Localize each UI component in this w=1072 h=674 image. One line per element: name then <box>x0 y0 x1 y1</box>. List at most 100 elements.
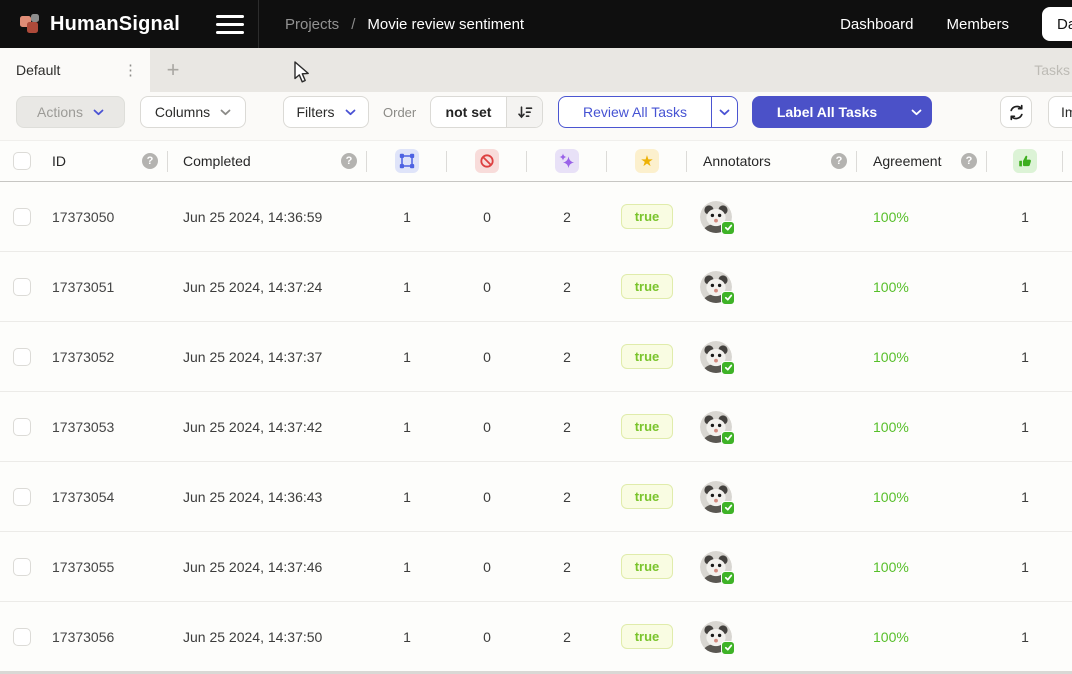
cell-cancelled-count: 0 <box>447 559 527 575</box>
tab-options-kebab-icon[interactable]: ⋮ <box>123 61 138 79</box>
thumbs-up-icon[interactable] <box>1013 149 1037 173</box>
cell-cancelled-count: 0 <box>447 419 527 435</box>
star-icon[interactable]: ★ <box>635 149 659 173</box>
cell-annotations-count: 1 <box>367 209 447 225</box>
annotations-count-icon[interactable] <box>395 149 419 173</box>
cell-reviews-count: 1 <box>987 489 1063 505</box>
columns-button[interactable]: Columns <box>140 96 246 128</box>
column-header-id[interactable]: ID ? <box>44 141 168 181</box>
id-header-label: ID <box>52 153 66 169</box>
agreement-help-icon[interactable]: ? <box>961 153 977 169</box>
label-all-dropdown-toggle[interactable] <box>901 109 931 116</box>
row-checkbox[interactable] <box>13 628 31 646</box>
cell-task-id: 17373052 <box>44 349 168 365</box>
hamburger-menu-icon[interactable] <box>212 11 248 38</box>
top-nav: Dashboard Members Da <box>840 7 1072 41</box>
nav-dashboard[interactable]: Dashboard <box>840 16 913 33</box>
annotator-avatar[interactable] <box>700 551 732 583</box>
annotation-complete-check-icon <box>721 501 735 515</box>
row-checkbox-cell <box>0 558 44 576</box>
id-help-icon[interactable]: ? <box>142 153 158 169</box>
annotation-complete-check-icon <box>721 361 735 375</box>
cell-cancelled-count: 0 <box>447 489 527 505</box>
table-row[interactable]: 17373056 Jun 25 2024, 14:37:50 1 0 2 tru… <box>0 602 1072 672</box>
cell-predictions-count: 2 <box>527 209 607 225</box>
add-tab-button[interactable]: + <box>150 48 196 92</box>
order-label: Order <box>383 105 416 120</box>
row-checkbox[interactable] <box>13 208 31 226</box>
annotator-avatar[interactable] <box>700 341 732 373</box>
column-header-sentiment[interactable]: ★ <box>607 141 687 181</box>
label-all-tasks-button[interactable]: Label All Tasks <box>752 96 932 128</box>
annotation-complete-check-icon <box>721 221 735 235</box>
sort-direction-icon[interactable] <box>506 97 542 127</box>
row-checkbox[interactable] <box>13 558 31 576</box>
label-all-tasks-label: Label All Tasks <box>753 104 901 120</box>
breadcrumb-projects-link[interactable]: Projects <box>285 16 339 33</box>
cell-task-id: 17373054 <box>44 489 168 505</box>
actions-button[interactable]: Actions <box>16 96 125 128</box>
annotator-avatar[interactable] <box>700 271 732 303</box>
brand-logo[interactable]: HumanSignal <box>0 13 180 36</box>
tab-default[interactable]: Default ⋮ <box>0 48 150 92</box>
import-button[interactable]: Im <box>1048 96 1072 128</box>
cell-cancelled-count: 0 <box>447 279 527 295</box>
cell-annotations-count: 1 <box>367 279 447 295</box>
chevron-down-icon <box>719 109 730 116</box>
review-dropdown-toggle[interactable] <box>711 97 737 127</box>
cancelled-annotations-icon[interactable] <box>475 149 499 173</box>
annotator-avatar[interactable] <box>700 201 732 233</box>
sentiment-value-badge: true <box>621 344 674 369</box>
row-checkbox[interactable] <box>13 488 31 506</box>
sentiment-value-badge: true <box>621 484 674 509</box>
annotator-avatar[interactable] <box>700 411 732 443</box>
review-all-tasks-label: Review All Tasks <box>559 104 711 120</box>
row-checkbox[interactable] <box>13 418 31 436</box>
chevron-down-icon <box>911 109 922 116</box>
column-header-annotators[interactable]: Annotators ? <box>687 141 857 181</box>
table-row[interactable]: 17373055 Jun 25 2024, 14:37:46 1 0 2 tru… <box>0 532 1072 602</box>
table-row[interactable]: 17373052 Jun 25 2024, 14:37:37 1 0 2 tru… <box>0 322 1072 392</box>
row-checkbox[interactable] <box>13 278 31 296</box>
breadcrumb: Projects / Movie review sentiment <box>285 16 524 33</box>
select-all-checkbox[interactable] <box>13 152 31 170</box>
nav-data-manager-button[interactable]: Da <box>1042 7 1072 41</box>
cell-sentiment: true <box>607 554 687 579</box>
cell-cancelled-count: 0 <box>447 209 527 225</box>
breadcrumb-current-project: Movie review sentiment <box>367 16 524 33</box>
cell-sentiment: true <box>607 414 687 439</box>
order-select[interactable]: not set <box>430 96 543 128</box>
chevron-down-icon <box>345 109 356 116</box>
annotator-avatar[interactable] <box>700 481 732 513</box>
cell-sentiment: true <box>607 484 687 509</box>
column-header-predictions[interactable] <box>527 141 607 181</box>
refresh-button[interactable] <box>1000 96 1032 128</box>
annotators-help-icon[interactable]: ? <box>831 153 847 169</box>
table-row[interactable]: 17373054 Jun 25 2024, 14:36:43 1 0 2 tru… <box>0 462 1072 532</box>
humansignal-logo-icon <box>20 14 40 34</box>
column-header-reviews[interactable] <box>987 141 1063 181</box>
review-all-tasks-button[interactable]: Review All Tasks <box>558 96 738 128</box>
completed-help-icon[interactable]: ? <box>341 153 357 169</box>
column-header-annotations[interactable] <box>367 141 447 181</box>
filters-button[interactable]: Filters <box>283 96 369 128</box>
cell-task-id: 17373050 <box>44 209 168 225</box>
row-checkbox-cell <box>0 418 44 436</box>
cell-annotations-count: 1 <box>367 559 447 575</box>
table-row[interactable]: 17373053 Jun 25 2024, 14:37:42 1 0 2 tru… <box>0 392 1072 462</box>
brand-name: HumanSignal <box>50 13 180 36</box>
nav-members[interactable]: Members <box>946 16 1009 33</box>
annotator-avatar[interactable] <box>700 621 732 653</box>
cell-task-id: 17373055 <box>44 559 168 575</box>
table-row[interactable]: 17373050 Jun 25 2024, 14:36:59 1 0 2 tru… <box>0 182 1072 252</box>
cell-agreement: 100% <box>857 349 987 365</box>
cell-completed-at: Jun 25 2024, 14:37:46 <box>168 559 367 575</box>
table-row[interactable]: 17373051 Jun 25 2024, 14:37:24 1 0 2 tru… <box>0 252 1072 322</box>
column-header-cancelled[interactable] <box>447 141 527 181</box>
cell-predictions-count: 2 <box>527 349 607 365</box>
row-checkbox[interactable] <box>13 348 31 366</box>
predictions-sparkles-icon[interactable] <box>555 149 579 173</box>
column-header-agreement[interactable]: Agreement ? <box>857 141 987 181</box>
column-header-completed[interactable]: Completed ? <box>168 141 367 181</box>
cell-annotators <box>687 271 857 303</box>
